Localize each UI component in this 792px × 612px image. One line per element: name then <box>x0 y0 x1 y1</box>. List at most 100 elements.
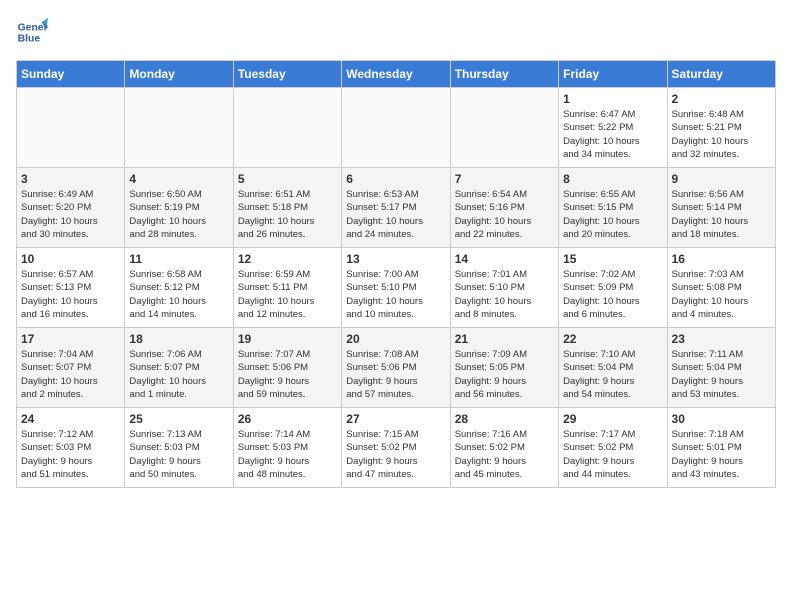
calendar-cell <box>450 88 558 168</box>
weekday-header-sunday: Sunday <box>17 61 125 88</box>
calendar-cell <box>233 88 341 168</box>
day-info: Sunrise: 6:53 AM Sunset: 5:17 PM Dayligh… <box>346 188 445 241</box>
calendar-cell: 26 Sunrise: 7:14 AM Sunset: 5:03 PM Dayli… <box>233 408 341 488</box>
calendar-cell: 27 Sunrise: 7:15 AM Sunset: 5:02 PM Dayli… <box>342 408 450 488</box>
weekday-header-tuesday: Tuesday <box>233 61 341 88</box>
day-number: 21 <box>455 332 554 346</box>
day-number: 16 <box>672 252 771 266</box>
calendar-cell <box>125 88 233 168</box>
day-number: 4 <box>129 172 228 186</box>
calendar-cell: 8 Sunrise: 6:55 AM Sunset: 5:15 PM Daylig… <box>559 168 667 248</box>
day-info: Sunrise: 7:12 AM Sunset: 5:03 PM Dayligh… <box>21 428 120 481</box>
day-info: Sunrise: 7:09 AM Sunset: 5:05 PM Dayligh… <box>455 348 554 401</box>
day-info: Sunrise: 7:13 AM Sunset: 5:03 PM Dayligh… <box>129 428 228 481</box>
calendar-cell: 9Sunrise: 6:56 AM Sunset: 5:14 PM Daylig… <box>667 168 775 248</box>
day-info: Sunrise: 7:02 AM Sunset: 5:09 PM Dayligh… <box>563 268 662 321</box>
day-info: Sunrise: 7:03 AM Sunset: 5:08 PM Dayligh… <box>672 268 771 321</box>
day-info: Sunrise: 6:51 AM Sunset: 5:18 PM Dayligh… <box>238 188 337 241</box>
day-number: 30 <box>672 412 771 426</box>
day-info: Sunrise: 7:04 AM Sunset: 5:07 PM Dayligh… <box>21 348 120 401</box>
day-number: 28 <box>455 412 554 426</box>
day-info: Sunrise: 6:48 AM Sunset: 5:21 PM Dayligh… <box>672 108 771 161</box>
day-info: Sunrise: 6:59 AM Sunset: 5:11 PM Dayligh… <box>238 268 337 321</box>
day-number: 20 <box>346 332 445 346</box>
calendar-cell: 30 Sunrise: 7:18 AM Sunset: 5:01 PM Dayli… <box>667 408 775 488</box>
day-info: Sunrise: 7:08 AM Sunset: 5:06 PM Dayligh… <box>346 348 445 401</box>
day-number: 26 <box>238 412 337 426</box>
calendar-cell: 12 Sunrise: 6:59 AM Sunset: 5:11 PM Dayli… <box>233 248 341 328</box>
day-info: Sunrise: 6:54 AM Sunset: 5:16 PM Dayligh… <box>455 188 554 241</box>
day-info: Sunrise: 7:18 AM Sunset: 5:01 PM Dayligh… <box>672 428 771 481</box>
calendar-cell: 11 Sunrise: 6:58 AM Sunset: 5:12 PM Dayli… <box>125 248 233 328</box>
day-info: Sunrise: 7:06 AM Sunset: 5:07 PM Dayligh… <box>129 348 228 401</box>
day-info: Sunrise: 6:55 AM Sunset: 5:15 PM Dayligh… <box>563 188 662 241</box>
day-info: Sunrise: 7:00 AM Sunset: 5:10 PM Dayligh… <box>346 268 445 321</box>
calendar-cell <box>342 88 450 168</box>
calendar-cell <box>17 88 125 168</box>
weekday-header-monday: Monday <box>125 61 233 88</box>
day-number: 17 <box>21 332 120 346</box>
day-info: Sunrise: 7:07 AM Sunset: 5:06 PM Dayligh… <box>238 348 337 401</box>
day-number: 3 <box>21 172 120 186</box>
header: General Blue <box>16 16 776 48</box>
calendar-cell: 7 Sunrise: 6:54 AM Sunset: 5:16 PM Daylig… <box>450 168 558 248</box>
day-number: 5 <box>238 172 337 186</box>
day-number: 19 <box>238 332 337 346</box>
calendar-cell: 18 Sunrise: 7:06 AM Sunset: 5:07 PM Dayli… <box>125 328 233 408</box>
calendar-cell: 16 Sunrise: 7:03 AM Sunset: 5:08 PM Dayli… <box>667 248 775 328</box>
day-number: 29 <box>563 412 662 426</box>
svg-text:Blue: Blue <box>18 34 41 45</box>
day-number: 24 <box>21 412 120 426</box>
calendar-cell: 21 Sunrise: 7:09 AM Sunset: 5:05 PM Dayli… <box>450 328 558 408</box>
calendar-cell: 25 Sunrise: 7:13 AM Sunset: 5:03 PM Dayli… <box>125 408 233 488</box>
day-number: 7 <box>455 172 554 186</box>
logo-icon: General Blue <box>16 16 48 48</box>
day-number: 27 <box>346 412 445 426</box>
day-number: 15 <box>563 252 662 266</box>
day-info: Sunrise: 6:58 AM Sunset: 5:12 PM Dayligh… <box>129 268 228 321</box>
calendar-cell: 20 Sunrise: 7:08 AM Sunset: 5:06 PM Dayli… <box>342 328 450 408</box>
calendar-cell: 1Sunrise: 6:47 AM Sunset: 5:22 PM Daylig… <box>559 88 667 168</box>
day-info: Sunrise: 6:49 AM Sunset: 5:20 PM Dayligh… <box>21 188 120 241</box>
day-info: Sunrise: 7:10 AM Sunset: 5:04 PM Dayligh… <box>563 348 662 401</box>
calendar-cell: 23 Sunrise: 7:11 AM Sunset: 5:04 PM Dayli… <box>667 328 775 408</box>
day-info: Sunrise: 6:50 AM Sunset: 5:19 PM Dayligh… <box>129 188 228 241</box>
day-info: Sunrise: 6:57 AM Sunset: 5:13 PM Dayligh… <box>21 268 120 321</box>
calendar-cell: 5 Sunrise: 6:51 AM Sunset: 5:18 PM Daylig… <box>233 168 341 248</box>
day-number: 23 <box>672 332 771 346</box>
calendar-cell: 22 Sunrise: 7:10 AM Sunset: 5:04 PM Dayli… <box>559 328 667 408</box>
day-info: Sunrise: 7:14 AM Sunset: 5:03 PM Dayligh… <box>238 428 337 481</box>
day-number: 8 <box>563 172 662 186</box>
calendar-cell: 24 Sunrise: 7:12 AM Sunset: 5:03 PM Dayli… <box>17 408 125 488</box>
day-number: 11 <box>129 252 228 266</box>
day-info: Sunrise: 7:17 AM Sunset: 5:02 PM Dayligh… <box>563 428 662 481</box>
day-info: Sunrise: 7:11 AM Sunset: 5:04 PM Dayligh… <box>672 348 771 401</box>
calendar-table: SundayMondayTuesdayWednesdayThursdayFrid… <box>16 60 776 488</box>
day-number: 12 <box>238 252 337 266</box>
calendar-cell: 13 Sunrise: 7:00 AM Sunset: 5:10 PM Dayli… <box>342 248 450 328</box>
day-info: Sunrise: 6:47 AM Sunset: 5:22 PM Dayligh… <box>563 108 662 161</box>
day-number: 2 <box>672 92 771 106</box>
day-number: 10 <box>21 252 120 266</box>
calendar-cell: 15 Sunrise: 7:02 AM Sunset: 5:09 PM Dayli… <box>559 248 667 328</box>
day-number: 22 <box>563 332 662 346</box>
day-number: 9 <box>672 172 771 186</box>
weekday-header-wednesday: Wednesday <box>342 61 450 88</box>
calendar-cell: 14Sunrise: 7:01 AM Sunset: 5:10 PM Dayli… <box>450 248 558 328</box>
day-number: 13 <box>346 252 445 266</box>
calendar-cell: 19 Sunrise: 7:07 AM Sunset: 5:06 PM Dayli… <box>233 328 341 408</box>
calendar-cell: 10 Sunrise: 6:57 AM Sunset: 5:13 PM Dayli… <box>17 248 125 328</box>
weekday-header-friday: Friday <box>559 61 667 88</box>
calendar-cell: 17 Sunrise: 7:04 AM Sunset: 5:07 PM Dayli… <box>17 328 125 408</box>
day-number: 18 <box>129 332 228 346</box>
day-number: 25 <box>129 412 228 426</box>
day-number: 14 <box>455 252 554 266</box>
day-info: Sunrise: 7:15 AM Sunset: 5:02 PM Dayligh… <box>346 428 445 481</box>
day-info: Sunrise: 7:16 AM Sunset: 5:02 PM Dayligh… <box>455 428 554 481</box>
calendar-cell: 6 Sunrise: 6:53 AM Sunset: 5:17 PM Daylig… <box>342 168 450 248</box>
weekday-header-saturday: Saturday <box>667 61 775 88</box>
calendar-cell: 2 Sunrise: 6:48 AM Sunset: 5:21 PM Daylig… <box>667 88 775 168</box>
logo: General Blue <box>16 16 52 48</box>
day-number: 6 <box>346 172 445 186</box>
weekday-header-thursday: Thursday <box>450 61 558 88</box>
